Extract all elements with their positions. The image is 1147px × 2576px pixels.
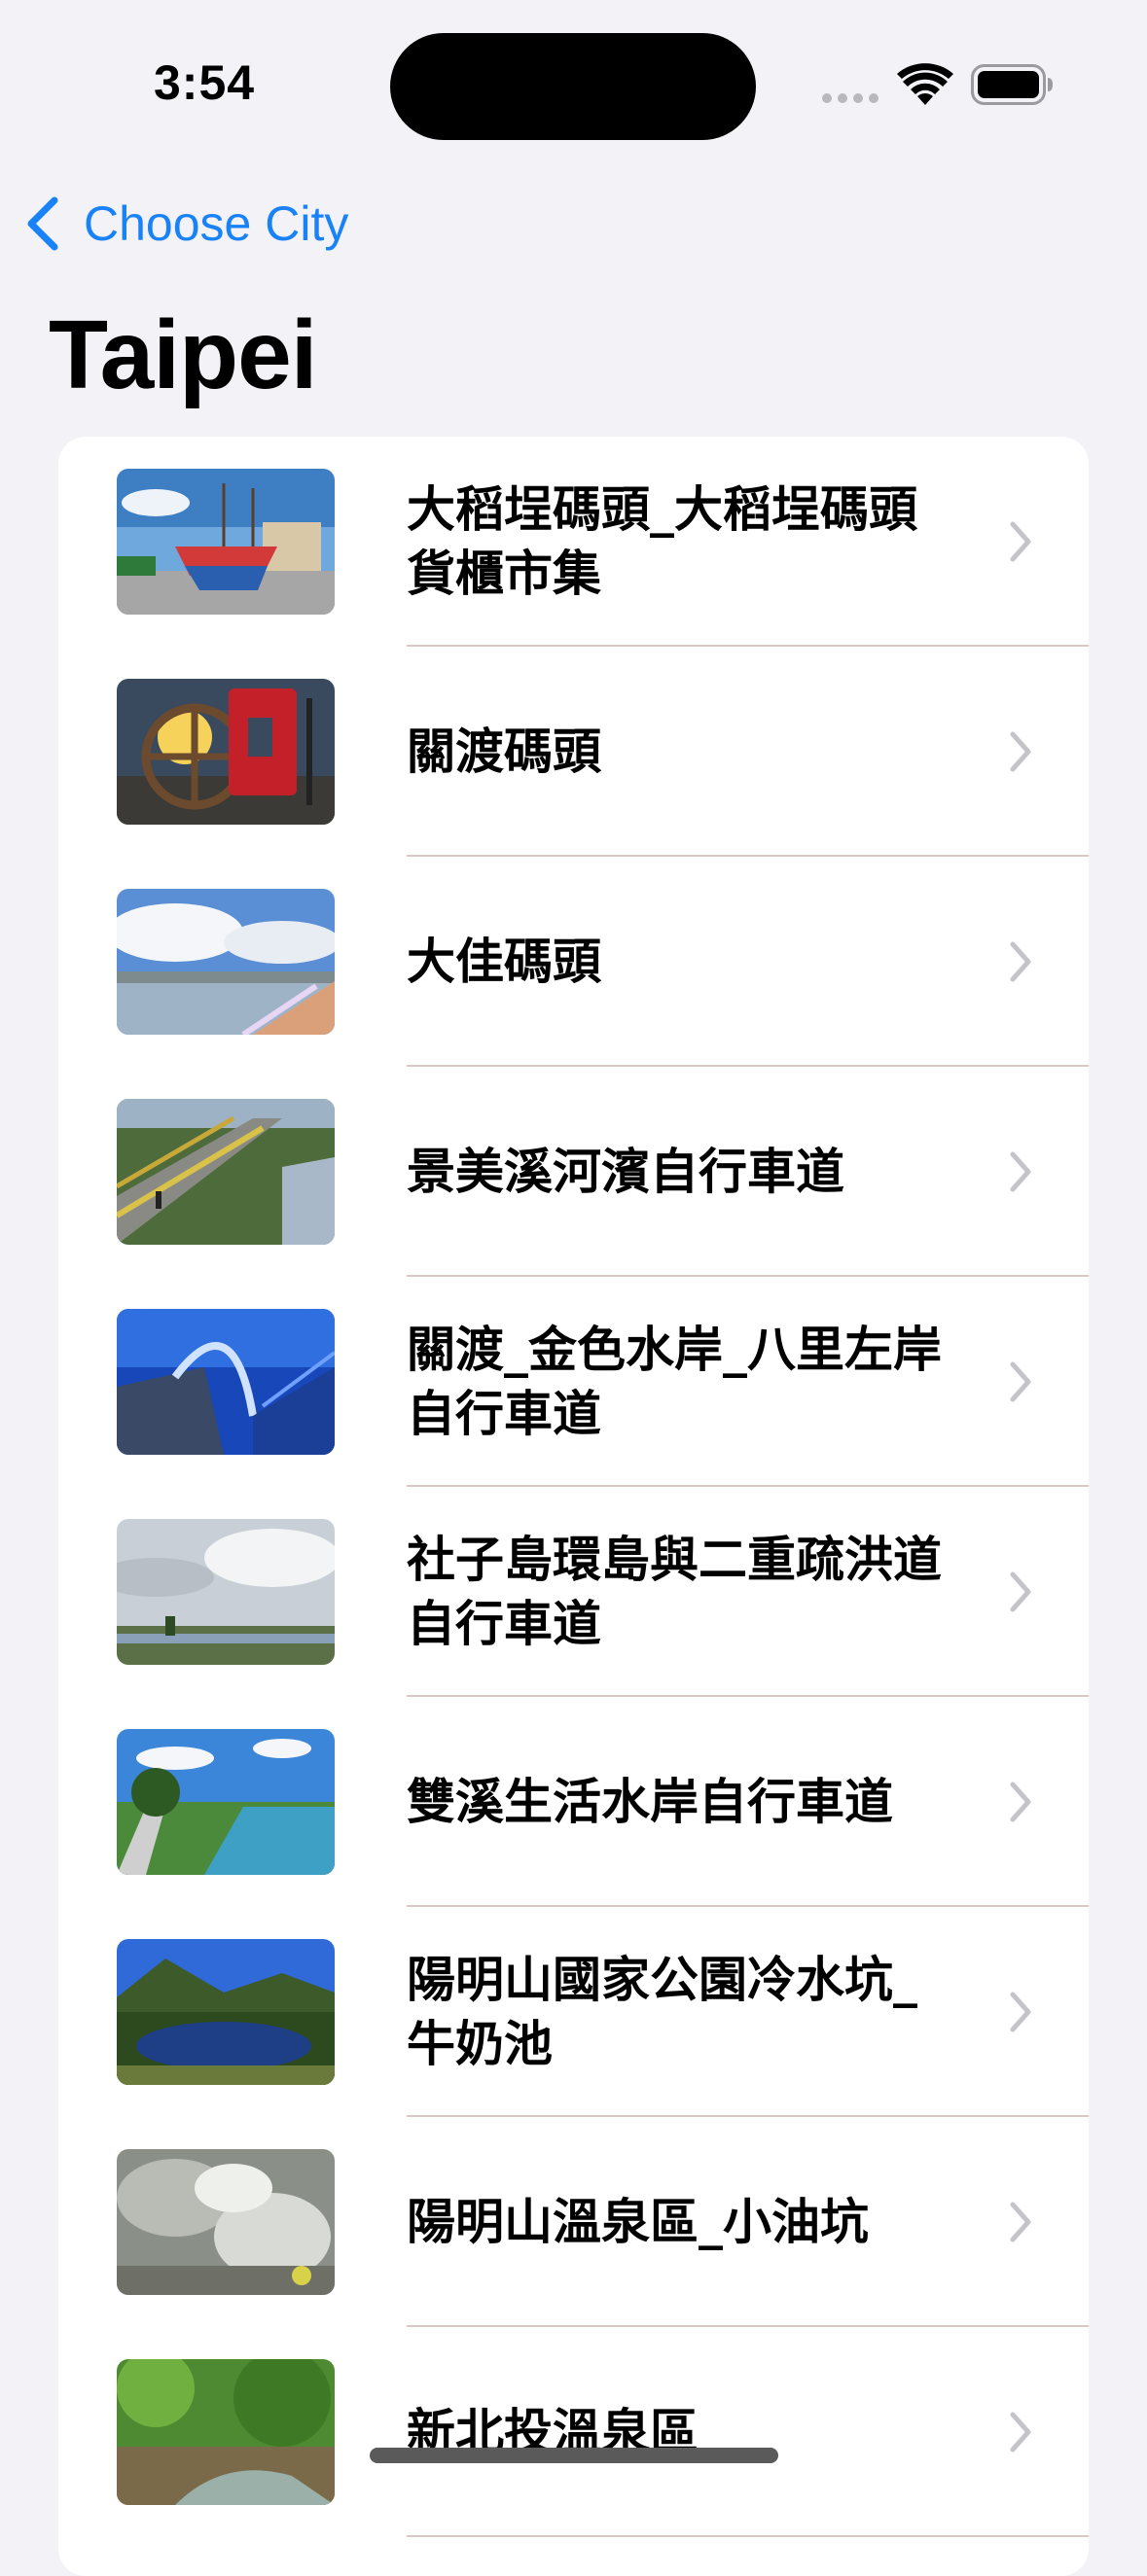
river-path-photo-icon [117,1729,335,1875]
list-item[interactable]: 大佳碼頭 [58,857,1089,1067]
list-item[interactable]: 雙溪生活水岸自行車道 [58,1697,1089,1907]
home-indicator[interactable] [370,2448,778,2463]
attraction-list: 大稻埕碼頭_大稻埕碼頭貨櫃市集 關渡碼頭 大佳碼頭 景美溪河濱自行車道 關渡_金… [58,437,1089,2576]
chevron-right-icon [1010,1571,1031,1612]
list-item[interactable]: 陽明山溫泉區_小油坑 [58,2117,1089,2327]
wifi-icon [897,63,953,105]
list-item-label: 社子島環島與二重疏洪道自行車道 [407,1532,942,1652]
row-separator [407,2535,1089,2537]
list-item-label: 新北投溫泉區 [407,2404,699,2460]
chevron-right-icon [1010,521,1031,562]
list-item-label: 關渡_金色水岸_八里左岸自行車道 [407,1322,942,1442]
mountain-lake-photo-icon [117,1939,335,2085]
ship-wheel-photo-icon [117,679,335,825]
chevron-right-icon [1010,731,1031,772]
list-item[interactable]: 陽明山國家公園冷水坑_牛奶池 [58,1907,1089,2117]
list-item[interactable]: 大稻埕碼頭_大稻埕碼頭貨櫃市集 [58,437,1089,647]
list-item[interactable]: 景美溪河濱自行車道 [58,1067,1089,1277]
forest-stream-photo-icon [117,2359,335,2505]
list-item-label: 陽明山溫泉區_小油坑 [407,2194,869,2250]
list-item-label: 景美溪河濱自行車道 [407,1144,844,1200]
list-item[interactable]: 新北投溫泉區 [58,2327,1089,2537]
cellular-signal-icon [822,93,880,103]
status-bar: 3:54 [0,0,1147,156]
list-item-label: 大稻埕碼頭_大稻埕碼頭貨櫃市集 [407,481,917,602]
chevron-right-icon [1010,941,1031,982]
sulfur-vent-photo-icon [117,2149,335,2295]
chevron-left-icon [27,196,58,251]
ship-photo-icon [117,469,335,615]
bridge-photo-icon [117,1309,335,1455]
dynamic-island [390,33,756,140]
battery-icon [971,64,1053,105]
chevron-right-icon [1010,1992,1031,2032]
riverside-photo-icon [117,889,335,1035]
list-item-label: 關渡碼頭 [407,723,601,780]
chevron-right-icon [1010,1361,1031,1402]
status-time: 3:54 [154,55,256,110]
chevron-right-icon [1010,1782,1031,1822]
page-title: Taipei [49,300,318,409]
cloudy-river-photo-icon [117,1519,335,1665]
chevron-right-icon [1010,1151,1031,1192]
list-item[interactable]: 社子島環島與二重疏洪道自行車道 [58,1487,1089,1697]
list-item-label: 雙溪生活水岸自行車道 [407,1774,893,1830]
list-item-label: 陽明山國家公園冷水坑_牛奶池 [407,1952,917,2072]
list-item[interactable]: 關渡_金色水岸_八里左岸自行車道 [58,1277,1089,1487]
list-item-label: 大佳碼頭 [407,934,601,990]
back-button-label: Choose City [84,196,349,251]
list-item[interactable]: 關渡碼頭 [58,647,1089,857]
bike-path-photo-icon [117,1099,335,1245]
chevron-right-icon [1010,2412,1031,2452]
chevron-right-icon [1010,2202,1031,2242]
back-button[interactable]: Choose City [23,185,348,263]
